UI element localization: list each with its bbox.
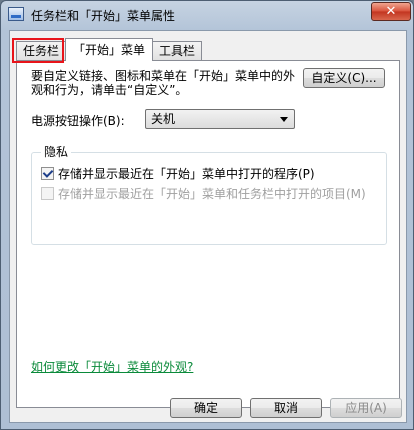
tab-toolbars[interactable]: 工具栏 (152, 41, 202, 60)
ok-button[interactable]: 确定 (170, 398, 242, 418)
apply-button: 应用(A) (330, 398, 402, 418)
power-button-select[interactable]: 关机 (145, 109, 295, 129)
power-button-label: 电源按钮操作(B): (31, 114, 125, 128)
title-bar[interactable]: 任务栏和「开始」菜单属性 ✕ (1, 1, 413, 29)
tab-taskbar[interactable]: 任务栏 (16, 41, 66, 60)
customize-button[interactable]: 自定义(C)... (303, 68, 385, 88)
window-title: 任务栏和「开始」菜单属性 (31, 9, 176, 23)
recent-programs-label: 存储并显示最近在「开始」菜单中打开的程序(P) (58, 167, 315, 181)
recent-programs-checkbox[interactable] (41, 167, 54, 180)
tab-start-menu[interactable]: 「开始」菜单 (65, 38, 153, 61)
power-button-value: 关机 (151, 112, 176, 126)
chevron-down-icon (280, 117, 288, 122)
recent-items-checkbox (41, 187, 54, 200)
privacy-title: 隐私 (41, 143, 72, 160)
recent-items-label: 存储并显示最近在「开始」菜单和任务栏中打开的项目(M) (58, 187, 366, 201)
help-link[interactable]: 如何更改「开始」菜单的外观? (31, 358, 193, 375)
recent-programs-option[interactable]: 存储并显示最近在「开始」菜单中打开的程序(P) (41, 165, 315, 182)
description-text: 要自定义链接、图标和菜单在「开始」菜单中的外观和行为，请单击“自定义”。 (31, 69, 296, 97)
properties-window: 任务栏和「开始」菜单属性 ✕ 任务栏 「开始」菜单 工具栏 要自定义链接、图标和… (0, 0, 414, 430)
taskbar-icon (8, 7, 24, 21)
recent-items-option: 存储并显示最近在「开始」菜单和任务栏中打开的项目(M) (41, 185, 366, 202)
start-menu-panel: 要自定义链接、图标和菜单在「开始」菜单中的外观和行为，请单击“自定义”。 自定义… (16, 60, 400, 408)
cancel-button[interactable]: 取消 (250, 398, 322, 418)
close-button[interactable]: ✕ (371, 2, 411, 21)
dialog-client: 任务栏 「开始」菜单 工具栏 要自定义链接、图标和菜单在「开始」菜单中的外观和行… (9, 30, 407, 423)
